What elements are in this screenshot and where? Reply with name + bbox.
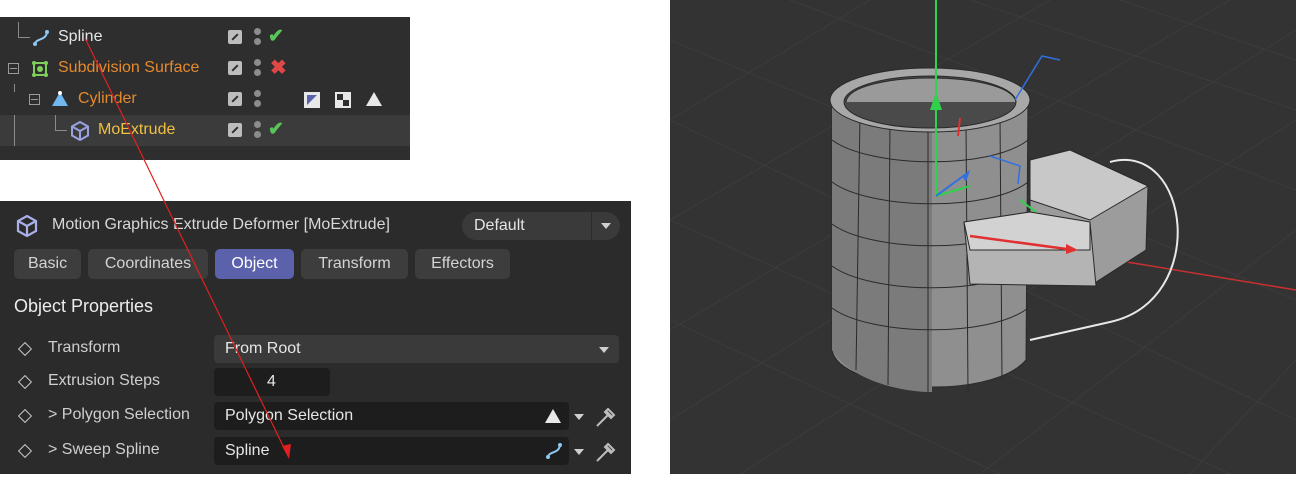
viewport-scene (669, 0, 1296, 475)
viewport[interactable] (669, 0, 1296, 475)
annotation-arrow (84, 37, 291, 459)
